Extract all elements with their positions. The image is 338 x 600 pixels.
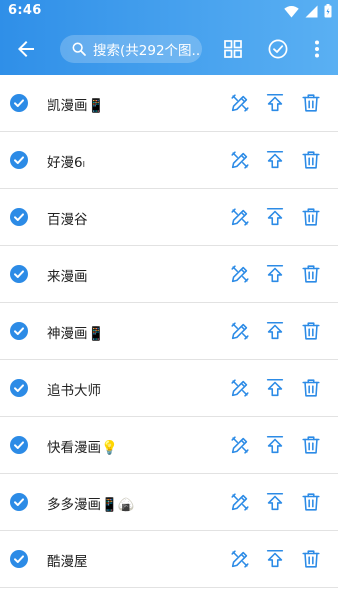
grid-view-icon[interactable] xyxy=(221,37,245,61)
delete-trash-icon[interactable] xyxy=(300,548,322,570)
app-bar: 6:46 搜索(共292个图... xyxy=(0,0,338,75)
move-to-top-icon[interactable] xyxy=(264,548,286,570)
edit-pencil-icon[interactable] xyxy=(229,434,251,456)
search-icon xyxy=(71,41,87,57)
checkbox-checked-icon[interactable] xyxy=(10,265,28,283)
checkbox-checked-icon[interactable] xyxy=(10,493,28,511)
select-all-check-icon[interactable] xyxy=(266,37,290,61)
more-vert-icon[interactable] xyxy=(305,37,329,61)
status-time: 6:46 xyxy=(8,3,42,18)
move-to-top-icon[interactable] xyxy=(264,377,286,399)
delete-trash-icon[interactable] xyxy=(300,263,322,285)
checkbox-checked-icon[interactable] xyxy=(10,151,28,169)
list-item[interactable]: 来漫画 xyxy=(0,246,338,303)
move-to-top-icon[interactable] xyxy=(264,92,286,114)
checkbox-checked-icon[interactable] xyxy=(10,322,28,340)
delete-trash-icon[interactable] xyxy=(300,206,322,228)
item-name: 追书大师 xyxy=(47,383,101,399)
edit-pencil-icon[interactable] xyxy=(229,377,251,399)
list-item[interactable]: 酷漫屋 xyxy=(0,531,338,588)
move-to-top-icon[interactable] xyxy=(264,149,286,171)
item-name: 来漫画 xyxy=(47,269,88,285)
source-list: 凯漫画📱 好漫6ₗ 百漫谷 来漫画 神漫画📱 追书大师 快看漫画💡 多多漫画📱🍙… xyxy=(0,75,338,588)
list-item[interactable]: 凯漫画📱 xyxy=(0,75,338,132)
checkbox-checked-icon[interactable] xyxy=(10,550,28,568)
delete-trash-icon[interactable] xyxy=(300,491,322,513)
edit-pencil-icon[interactable] xyxy=(229,149,251,171)
cellular-signal-icon xyxy=(305,5,318,18)
move-to-top-icon[interactable] xyxy=(264,320,286,342)
edit-pencil-icon[interactable] xyxy=(229,263,251,285)
toolbar: 搜索(共292个图... xyxy=(0,27,338,71)
list-item[interactable]: 神漫画📱 xyxy=(0,303,338,360)
status-bar: 6:46 xyxy=(0,0,338,22)
status-icons xyxy=(284,3,332,19)
delete-trash-icon[interactable] xyxy=(300,377,322,399)
delete-trash-icon[interactable] xyxy=(300,320,322,342)
move-to-top-icon[interactable] xyxy=(264,491,286,513)
edit-pencil-icon[interactable] xyxy=(229,491,251,513)
item-name: 快看漫画💡 xyxy=(47,440,118,456)
list-item[interactable]: 好漫6ₗ xyxy=(0,132,338,189)
list-item[interactable]: 快看漫画💡 xyxy=(0,417,338,474)
move-to-top-icon[interactable] xyxy=(264,206,286,228)
item-name: 神漫画📱 xyxy=(47,326,105,342)
edit-pencil-icon[interactable] xyxy=(229,206,251,228)
delete-trash-icon[interactable] xyxy=(300,434,322,456)
checkbox-checked-icon[interactable] xyxy=(10,379,28,397)
back-arrow-icon[interactable] xyxy=(14,37,38,61)
delete-trash-icon[interactable] xyxy=(300,92,322,114)
wifi-icon xyxy=(284,5,299,18)
edit-pencil-icon[interactable] xyxy=(229,92,251,114)
item-name: 百漫谷 xyxy=(47,212,88,228)
list-item[interactable]: 多多漫画📱🍙 xyxy=(0,474,338,531)
battery-icon xyxy=(324,4,332,18)
list-item[interactable]: 追书大师 xyxy=(0,360,338,417)
move-to-top-icon[interactable] xyxy=(264,263,286,285)
search-field[interactable]: 搜索(共292个图... xyxy=(60,35,202,63)
delete-trash-icon[interactable] xyxy=(300,149,322,171)
move-to-top-icon[interactable] xyxy=(264,434,286,456)
search-placeholder: 搜索(共292个图... xyxy=(93,43,202,59)
item-name: 多多漫画📱🍙 xyxy=(47,497,135,513)
edit-pencil-icon[interactable] xyxy=(229,320,251,342)
edit-pencil-icon[interactable] xyxy=(229,548,251,570)
item-name: 好漫6ₗ xyxy=(47,155,85,171)
checkbox-checked-icon[interactable] xyxy=(10,208,28,226)
item-name: 凯漫画📱 xyxy=(47,98,105,114)
checkbox-checked-icon[interactable] xyxy=(10,436,28,454)
item-name: 酷漫屋 xyxy=(47,554,88,570)
checkbox-checked-icon[interactable] xyxy=(10,94,28,112)
list-item[interactable]: 百漫谷 xyxy=(0,189,338,246)
